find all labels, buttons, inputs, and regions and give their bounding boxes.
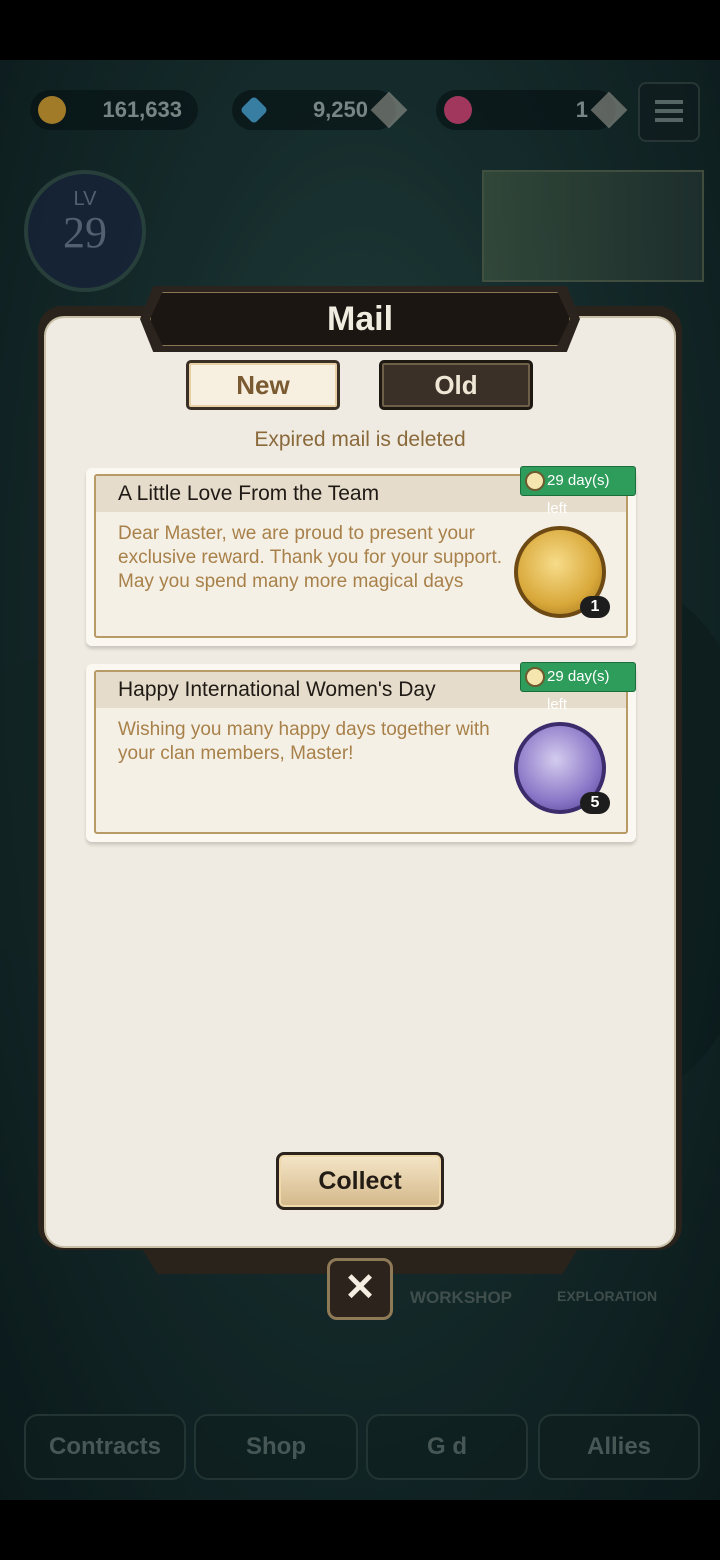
reward-count: 1 xyxy=(580,596,610,618)
collect-button[interactable]: Collect xyxy=(276,1152,444,1210)
mail-item[interactable]: Happy International Women's Day Wishing … xyxy=(86,662,636,842)
days-left-badge: 29 day(s) left xyxy=(520,662,636,713)
mail-item-title: A Little Love From the Team xyxy=(118,482,380,505)
reward-count: 5 xyxy=(580,792,610,814)
mail-item-title: Happy International Women's Day xyxy=(118,678,436,701)
tab-new[interactable]: New xyxy=(186,360,340,410)
mail-item-body: Wishing you many happy days together wit… xyxy=(118,719,490,764)
expired-notice: Expired mail is deleted xyxy=(254,428,466,451)
mail-item-body: Dear Master, we are proud to present you… xyxy=(118,523,503,592)
tab-old[interactable]: Old xyxy=(379,360,533,410)
hourglass-icon xyxy=(525,471,545,491)
game-screen: 161,633 9,250 1 LV 29 WORKSHOP EXPLORATI… xyxy=(0,60,720,1500)
mail-item[interactable]: A Little Love From the Team Dear Master,… xyxy=(86,466,636,646)
close-button[interactable]: ✕ xyxy=(327,1258,393,1320)
days-left-badge: 29 day(s) left xyxy=(520,466,636,517)
hourglass-icon xyxy=(525,667,545,687)
mail-title: Mail xyxy=(326,300,394,338)
